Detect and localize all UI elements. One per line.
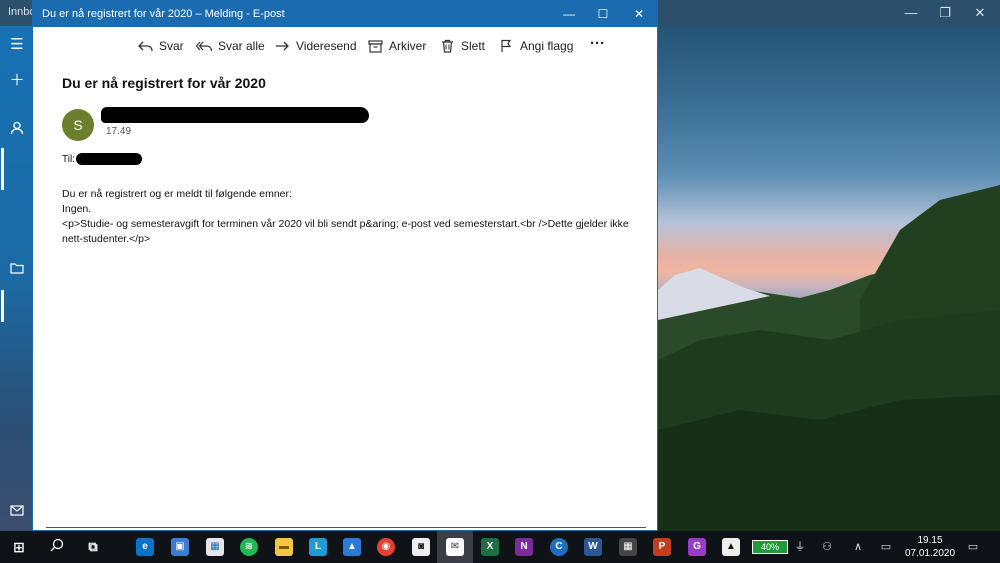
app-g-icon[interactable]: G bbox=[688, 538, 706, 556]
plug-icon: ⏚ bbox=[794, 541, 806, 553]
task-view-icon[interactable]: ⧉ bbox=[84, 538, 102, 556]
cortana-c-icon[interactable]: C bbox=[550, 538, 568, 556]
maximize-icon[interactable]: ☐ bbox=[593, 5, 613, 23]
mail-icon[interactable] bbox=[9, 504, 25, 520]
message-subject: Du er nå registrert for vår 2020 bbox=[62, 75, 266, 91]
mail-left-rail: ☰ ＋ bbox=[0, 26, 33, 531]
onenote-icon[interactable]: N bbox=[515, 538, 533, 556]
reply-label: Svar bbox=[159, 39, 184, 53]
excel-icon[interactable]: X bbox=[481, 538, 499, 556]
chrome-icon[interactable]: ◉ bbox=[377, 538, 395, 556]
message-time: 17.49 bbox=[106, 126, 132, 137]
email-message-window: Du er nå registrert for vår 2020 – Meldi… bbox=[32, 0, 658, 531]
chevron-up-icon[interactable]: ∧ bbox=[851, 540, 865, 554]
sender-redaction bbox=[101, 107, 369, 123]
message-toolbar: Svar Svar alle Videresend Arkiver Slett bbox=[33, 27, 657, 63]
mail-app-icon[interactable]: ✉ bbox=[446, 538, 464, 556]
file-explorer-icon[interactable]: ▬ bbox=[275, 538, 293, 556]
windows-start-icon[interactable]: ⊞ bbox=[10, 538, 28, 556]
photos-icon[interactable]: ▲ bbox=[343, 538, 361, 556]
message-body: Du er nå registrert og er meldt til følg… bbox=[62, 187, 632, 247]
person-icon[interactable] bbox=[9, 121, 25, 137]
archive-box-icon bbox=[367, 38, 383, 54]
flag-button[interactable]: Angi flagg bbox=[498, 37, 573, 55]
restore-icon[interactable]: ❐ bbox=[936, 4, 954, 22]
rail-selection-indicator bbox=[1, 148, 4, 190]
search-icon[interactable] bbox=[48, 538, 66, 556]
calendar-app-icon[interactable]: ▦ bbox=[206, 538, 224, 556]
app-l-icon[interactable]: L bbox=[309, 538, 327, 556]
taskbar: ⊞ ⧉ e ▣ ▦ ≋ ▬ L ▲ ◉ ◙ ✉ X N C W ▦ P G ▲ … bbox=[0, 531, 1000, 563]
close-icon[interactable]: ✕ bbox=[629, 5, 649, 23]
archive-label: Arkiver bbox=[389, 39, 427, 53]
new-mail-plus-icon[interactable]: ＋ bbox=[9, 73, 25, 89]
delete-label: Slett bbox=[461, 39, 486, 53]
forward-arrow-icon bbox=[274, 38, 290, 54]
reply-all-button[interactable]: Svar alle bbox=[196, 37, 265, 55]
reply-icon bbox=[137, 38, 153, 54]
folder-icon[interactable] bbox=[9, 262, 25, 278]
powerpoint-icon[interactable]: P bbox=[653, 538, 671, 556]
system-clock[interactable]: 19.15 07.01.2020 bbox=[898, 534, 962, 560]
flag-icon bbox=[498, 38, 514, 54]
battery-indicator[interactable]: 40% bbox=[752, 540, 788, 554]
clock-time: 19.15 bbox=[917, 535, 943, 546]
recipient-redaction bbox=[76, 153, 142, 165]
delete-button[interactable]: Slett bbox=[439, 37, 485, 55]
rail-selection-indicator-2 bbox=[1, 290, 4, 322]
archive-button[interactable]: Arkiver bbox=[367, 37, 426, 55]
body-line: Ingen. bbox=[62, 203, 92, 215]
close-icon[interactable]: ✕ bbox=[971, 4, 989, 22]
window-title-bar[interactable]: Du er nå registrert for vår 2020 – Meldi… bbox=[33, 1, 657, 27]
body-line: Du er nå registrert og er meldt til følg… bbox=[62, 188, 292, 200]
notification-center-icon[interactable]: ▭ bbox=[966, 540, 980, 554]
reply-all-icon bbox=[196, 38, 212, 54]
body-line: <p>Studie- og semesteravgift for termine… bbox=[62, 218, 632, 245]
word-icon[interactable]: W bbox=[584, 538, 602, 556]
window-title: Du er nå registrert for vår 2020 – Meldi… bbox=[42, 8, 285, 20]
minimize-icon[interactable]: — bbox=[902, 4, 920, 22]
people-icon[interactable]: ⚇ bbox=[820, 540, 834, 554]
calculator-icon[interactable]: ▦ bbox=[619, 538, 637, 556]
keyboard-icon[interactable]: ▭ bbox=[879, 540, 893, 554]
store-icon[interactable]: ▣ bbox=[171, 538, 189, 556]
minimize-icon[interactable]: — bbox=[559, 5, 579, 23]
forward-button[interactable]: Videresend bbox=[274, 37, 357, 55]
edge-icon[interactable]: e bbox=[136, 538, 154, 556]
clock-date: 07.01.2020 bbox=[904, 548, 956, 559]
flag-label: Angi flagg bbox=[520, 39, 574, 53]
trash-icon bbox=[439, 38, 455, 54]
camera-icon[interactable]: ◙ bbox=[412, 538, 430, 556]
sender-avatar: S bbox=[62, 109, 94, 141]
hamburger-menu-icon[interactable]: ☰ bbox=[9, 37, 25, 53]
bottom-divider bbox=[46, 527, 646, 528]
reply-all-label: Svar alle bbox=[218, 39, 265, 53]
recipient-label: Til: bbox=[62, 154, 75, 165]
reply-button[interactable]: Svar bbox=[137, 37, 184, 55]
forward-label: Videresend bbox=[296, 39, 357, 53]
image-viewer-icon[interactable]: ▲ bbox=[722, 538, 740, 556]
more-options-icon[interactable]: ··· bbox=[590, 34, 605, 52]
spotify-icon[interactable]: ≋ bbox=[240, 538, 258, 556]
